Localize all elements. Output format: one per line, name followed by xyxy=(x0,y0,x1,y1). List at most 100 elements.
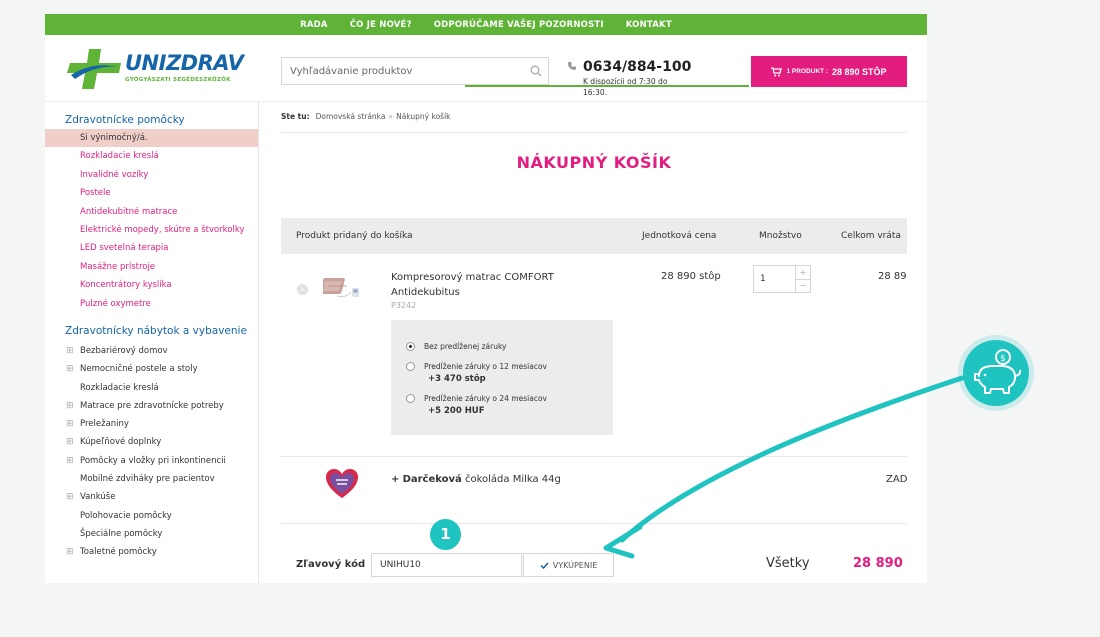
breadcrumb-home[interactable]: Domovská stránka xyxy=(316,112,386,121)
phone-number[interactable]: 0634/884-100 xyxy=(583,59,691,75)
sidebar-item[interactable]: ⊞ Toaletné pomôcky xyxy=(45,543,258,561)
sidebar-item-label: Matrace pre zdravotnícke potreby xyxy=(80,400,224,411)
sidebar-item[interactable]: ⊞ Preležaniny xyxy=(45,415,258,433)
warranty-label: Predĺženie záruky o 24 mesiacov xyxy=(424,394,547,403)
page: RADA ČO JE NOVÉ? ODPORÚČAME VAŠEJ POZORN… xyxy=(45,14,927,583)
sidebar-item[interactable]: Antidekubitné matrace xyxy=(45,203,258,221)
sidebar-item[interactable]: ⊞ Pomôcky a vložky pri inkontinencii xyxy=(45,452,258,470)
quantity-stepper: + − xyxy=(753,265,811,293)
expand-icon[interactable]: ⊞ xyxy=(66,488,74,506)
expand-icon[interactable]: ⊞ xyxy=(66,543,74,561)
sidebar-item[interactable]: Mobilné zdviháky pre pacientov xyxy=(45,470,258,488)
logo[interactable]: UNIZDRAV GYÓGYÁSZATI SEGÉDESZKÖZÖK xyxy=(67,49,244,89)
sidebar-item[interactable]: ⊞ Matrace pre zdravotnícke potreby xyxy=(45,397,258,415)
heart-gift-icon xyxy=(326,469,358,498)
warranty-options: Bez predĺženej záruky Predĺženie záruky … xyxy=(391,320,613,435)
header-divider xyxy=(465,85,749,87)
divider xyxy=(281,456,907,457)
sidebar-item[interactable]: Invalidné vozíky xyxy=(45,166,258,184)
breadcrumb-current: Nákupný košík xyxy=(396,112,451,121)
nav-recommended[interactable]: ODPORÚČAME VAŠEJ POZORNOSTI xyxy=(423,20,615,30)
nav-contact[interactable]: KONTAKT xyxy=(615,20,683,30)
quantity-input[interactable] xyxy=(754,266,796,292)
col-quantity: Množstvo xyxy=(759,231,802,241)
gift-name-bold: Darčeková xyxy=(402,474,462,485)
nav-rada[interactable]: RADA xyxy=(289,20,339,30)
radio-icon[interactable] xyxy=(406,362,415,371)
gift-name: + Darčeková čokoláda Milka 44g xyxy=(391,474,561,485)
redeem-label: VYKÚPENIE xyxy=(552,560,598,570)
page-title: NÁKUPNÝ KOŠÍK xyxy=(516,153,672,172)
sidebar-item[interactable]: Si výnimočný/á. xyxy=(45,129,258,148)
quantity-decrease-icon[interactable]: − xyxy=(795,279,810,292)
sum-label: Všetky xyxy=(766,556,810,571)
nav-whats-new[interactable]: ČO JE NOVÉ? xyxy=(339,20,423,30)
sidebar-item[interactable]: Polohovacie pomôcky xyxy=(45,507,258,525)
cart-icon xyxy=(771,66,783,76)
sidebar-item[interactable]: Špeciálne pomôcky xyxy=(45,525,258,543)
sidebar-item[interactable]: Rozkladacie kreslá xyxy=(45,147,258,165)
svg-text:$: $ xyxy=(1000,354,1006,364)
gift-name-rest: čokoláda Milka 44g xyxy=(461,474,561,485)
step-badge: 1 xyxy=(430,519,461,550)
sidebar-category-furniture[interactable]: Zdravotnícky nábytok a vybavenie xyxy=(45,322,258,340)
logo-tagline: GYÓGYÁSZATI SEGÉDESZKÖZÖK xyxy=(125,77,231,83)
unit-price: 28 890 stôp xyxy=(661,271,721,282)
sidebar-item[interactable]: Masážne prístroje xyxy=(45,258,258,276)
phone-hours: K dispozícii od 7:30 do 16:30. xyxy=(583,77,668,97)
sidebar-item-label: Kúpeľňové doplnky xyxy=(80,437,162,448)
breadcrumb: Ste tu: Domovská stránka» Nákupný košík xyxy=(281,112,451,121)
search-icon[interactable] xyxy=(524,59,548,83)
redeem-button[interactable]: VYKÚPENIE xyxy=(523,553,614,577)
search-box xyxy=(281,57,549,85)
header: UNIZDRAV GYÓGYÁSZATI SEGÉDESZKÖZÖK 0634/… xyxy=(45,35,927,102)
radio-icon[interactable] xyxy=(406,394,415,403)
sidebar-item[interactable]: Rozkladacie kreslá xyxy=(45,379,258,397)
discount-code-input[interactable] xyxy=(371,553,522,577)
expand-icon[interactable]: ⊞ xyxy=(66,433,74,451)
sidebar-item-label: Polohovacie pomôcky xyxy=(80,510,172,521)
sidebar-item-label: Rozkladacie kreslá xyxy=(80,382,159,393)
sidebar-category-medical[interactable]: Zdravotnícke pomôcky xyxy=(45,111,258,129)
row-total: 28 89 xyxy=(878,271,907,282)
search-input[interactable] xyxy=(282,64,524,78)
expand-icon[interactable]: ⊞ xyxy=(66,397,74,415)
sidebar-item[interactable]: LED svetelná terapia xyxy=(45,239,258,257)
remove-icon[interactable]: × xyxy=(297,284,308,295)
sidebar-item[interactable]: Pulzné oxymetre xyxy=(45,295,258,313)
sidebar-item-label: Preležaniny xyxy=(80,419,129,430)
warranty-price: +3 470 stôp xyxy=(428,374,486,384)
expand-icon[interactable]: ⊞ xyxy=(66,342,74,360)
radio-icon[interactable] xyxy=(406,342,415,351)
sidebar: Zdravotnícke pomôcky Si výnimočný/á. Rozk… xyxy=(45,102,259,583)
sidebar-item[interactable]: ⊞ Bezbariérový domov xyxy=(45,342,258,360)
product-image[interactable] xyxy=(323,268,363,304)
piggy-bank-icon: $ xyxy=(963,340,1029,406)
sidebar-item[interactable]: ⊞ Kúpeľňové doplnky xyxy=(45,433,258,451)
logo-brand: UNIZDRAV xyxy=(125,51,244,75)
logo-cross-icon xyxy=(67,49,121,89)
sidebar-item-label: Mobilné zdviháky pre pacientov xyxy=(80,473,215,484)
expand-icon[interactable]: ⊞ xyxy=(66,360,74,378)
sidebar-item[interactable]: Elektrické mopedy, skútre a štvorkolky xyxy=(45,221,258,239)
sidebar-item[interactable]: ⊞ Vankúše xyxy=(45,488,258,506)
expand-icon[interactable]: ⊞ xyxy=(66,415,74,433)
cart-total: 28 890 STÔP xyxy=(831,66,887,77)
sidebar-item[interactable]: ⊞ Nemocničné postele a stoly xyxy=(45,360,258,378)
product-name[interactable]: Kompresorový matrac COMFORT Antidekubitu… xyxy=(391,270,591,300)
main-content: Ste tu: Domovská stránka» Nákupný košík NÁ… xyxy=(281,102,907,583)
sidebar-item[interactable]: Postele xyxy=(45,184,258,202)
divider xyxy=(281,132,907,133)
col-unit-price: Jednotková cena xyxy=(642,231,717,241)
sidebar-item[interactable]: Koncentrátory kyslíka xyxy=(45,276,258,294)
breadcrumb-separator: » xyxy=(388,112,394,121)
warranty-price: +5 200 HUF xyxy=(428,406,485,416)
quantity-increase-icon[interactable]: + xyxy=(795,266,810,280)
discount-row: Zľavový kód VYKÚPENIE Všetky 28 890 xyxy=(281,542,907,582)
sidebar-item-label: Vankúše xyxy=(80,492,116,503)
expand-icon[interactable]: ⊞ xyxy=(66,452,74,470)
check-icon xyxy=(540,561,549,569)
cart-button[interactable]: 1 PRODUKT : 28 890 STÔP xyxy=(751,56,907,87)
discount-label: Zľavový kód xyxy=(296,559,366,570)
col-total: Celkom vráta xyxy=(841,231,901,241)
